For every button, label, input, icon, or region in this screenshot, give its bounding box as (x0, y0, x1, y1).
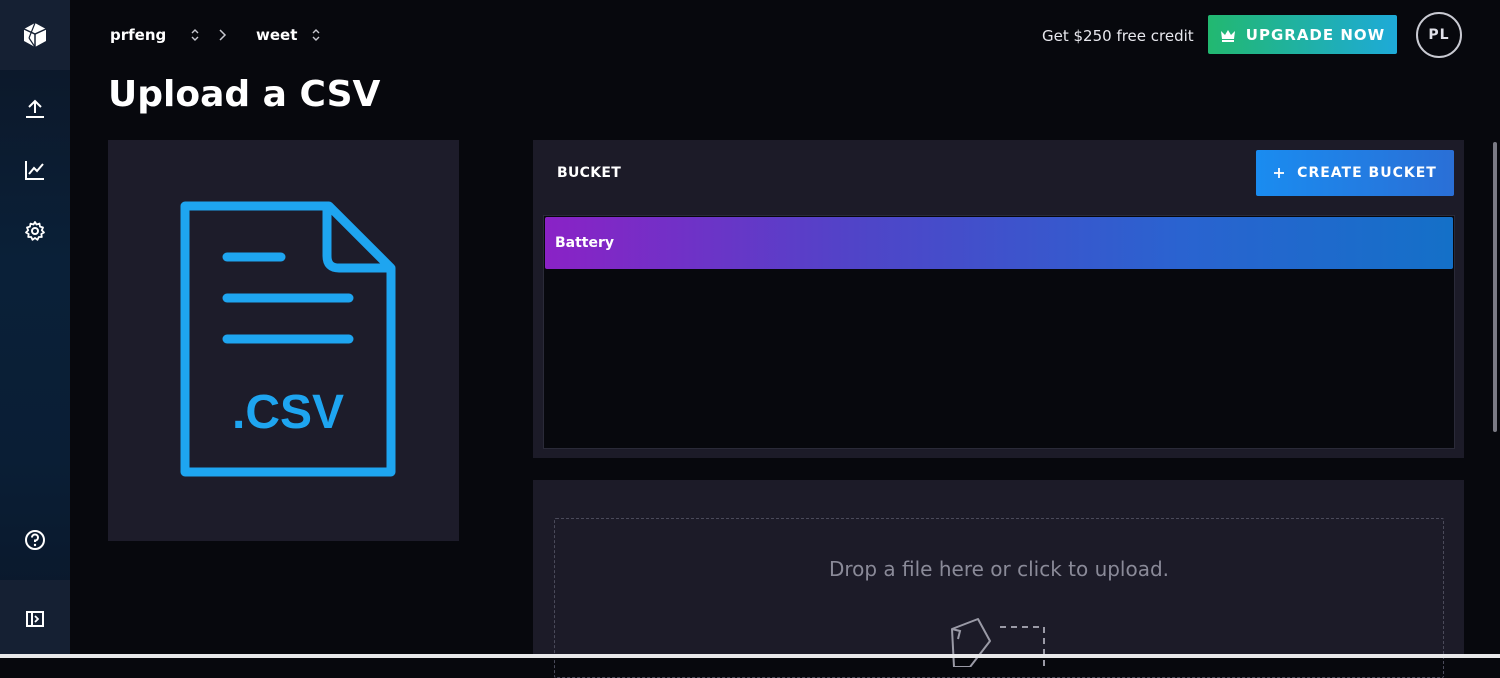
collapse-icon (26, 611, 44, 627)
csv-file-icon: .CSV (180, 201, 395, 476)
horizontal-scrollbar[interactable] (0, 654, 1500, 658)
scrollbar-thumb[interactable] (1493, 142, 1497, 432)
bucket-section-label: BUCKET (557, 165, 622, 181)
bucket-name: weet (256, 26, 298, 44)
org-name: prfeng (110, 26, 167, 44)
chart-icon (25, 161, 44, 180)
org-selector[interactable]: prfeng (110, 26, 200, 44)
logo[interactable] (0, 0, 70, 70)
sidebar-item-upload[interactable] (0, 84, 70, 134)
bucket-item-label: Battery (555, 235, 615, 251)
crown-icon (1220, 29, 1235, 42)
sort-arrows-icon (312, 29, 320, 41)
csv-illustration-panel: .CSV (108, 140, 459, 541)
create-bucket-label: CREATE BUCKET (1297, 165, 1437, 181)
gear-icon (25, 221, 45, 241)
breadcrumb: prfeng (110, 24, 200, 46)
chevron-right-icon (219, 29, 227, 41)
sidebar-item-help[interactable] (0, 515, 70, 565)
avatar-initials: PL (1428, 27, 1450, 43)
cube-logo-icon (23, 22, 47, 48)
page-scrollbar[interactable] (1490, 0, 1500, 658)
avatar[interactable]: PL (1416, 12, 1462, 58)
bucket-selector[interactable]: weet (256, 26, 321, 44)
page-title: Upload a CSV (108, 74, 381, 115)
upload-icon (26, 99, 44, 118)
bucket-list: Battery (543, 215, 1455, 449)
upgrade-label: UPGRADE NOW (1245, 25, 1386, 44)
upgrade-button[interactable]: UPGRADE NOW (1208, 15, 1397, 54)
upload-panel: Drop a file here or click to upload. (533, 480, 1464, 678)
sidebar-item-settings[interactable] (0, 206, 70, 256)
plus-icon (1274, 168, 1285, 178)
help-icon (25, 530, 45, 550)
sort-arrows-icon (191, 29, 199, 41)
sidebar-item-explore[interactable] (0, 145, 70, 195)
bucket-breadcrumb: weet (256, 24, 321, 46)
sidebar (0, 0, 70, 658)
file-drop-icon (951, 618, 1045, 667)
csv-icon-text: .CSV (231, 386, 343, 439)
breadcrumb-separator (217, 24, 227, 46)
dropzone-text: Drop a file here or click to upload. (828, 557, 1170, 581)
sidebar-collapse-button[interactable] (0, 580, 70, 658)
create-bucket-button[interactable]: CREATE BUCKET (1256, 150, 1454, 196)
bucket-list-item-battery[interactable]: Battery (545, 217, 1453, 269)
bucket-panel: BUCKET CREATE BUCKET Battery (533, 140, 1464, 458)
free-credit-text[interactable]: Get $250 free credit (1042, 27, 1194, 45)
